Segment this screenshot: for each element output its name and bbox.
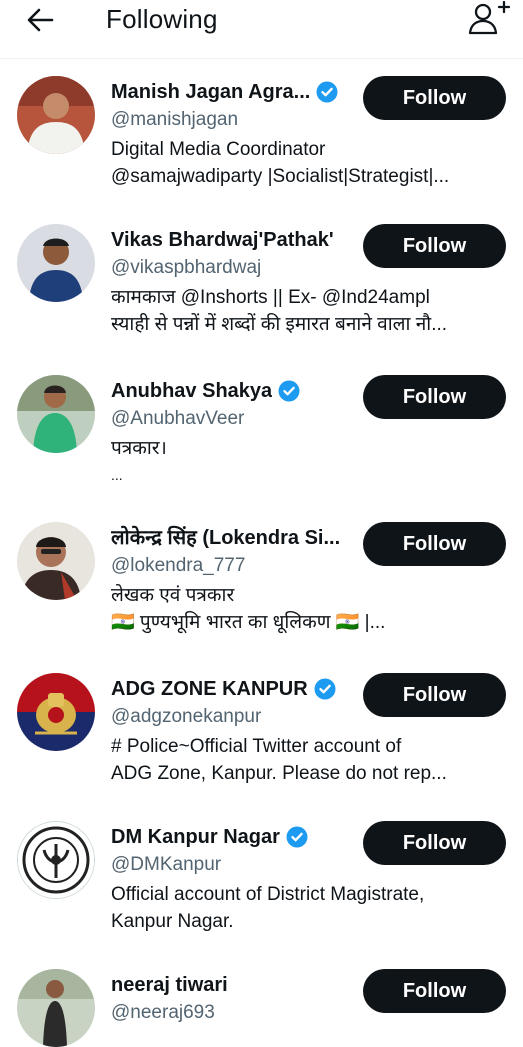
user-handle: @adgzonekanpur (111, 706, 262, 727)
user-name[interactable]: ADG ZONE KANPUR (111, 675, 336, 703)
verified-badge-icon (278, 380, 300, 402)
bio-line: पत्रकार। (111, 438, 167, 459)
follow-button[interactable]: Follow (363, 375, 506, 419)
user-name[interactable]: Vikas Bhardwaj'Pathak' (111, 226, 334, 254)
follow-button[interactable]: Follow (363, 522, 506, 566)
user-name[interactable]: Anubhav Shakya (111, 377, 300, 405)
follow-button[interactable]: Follow (363, 673, 506, 717)
user-bio: लेखक एवं पत्रकार 🇮🇳 पुण्यभूमि भारत का धू… (111, 582, 507, 636)
user-handle: @lokendra_777 (111, 555, 246, 576)
bio-line: @samajwadiparty |Socialist|Strategist|..… (111, 166, 450, 187)
avatar[interactable] (17, 522, 95, 600)
user-bio: # Police~Official Twitter account of ADG… (111, 733, 507, 787)
avatar[interactable] (17, 673, 95, 751)
bio-line: ADG Zone, Kanpur. Please do not rep... (111, 763, 447, 784)
user-bio: पत्रकार। ... (111, 435, 507, 489)
avatar[interactable] (17, 969, 95, 1047)
bio-line: कामकाज @Inshorts || Ex- @Ind24ampl (111, 287, 430, 308)
user-bio: Digital Media Coordinator @samajwadipart… (111, 136, 507, 190)
user-handle: @AnubhavVeer (111, 408, 245, 429)
back-arrow-icon[interactable] (22, 4, 62, 36)
bio-line: # Police~Official Twitter account of (111, 736, 402, 757)
user-handle: @vikaspbhardwaj (111, 257, 262, 278)
bio-line: स्याही से पन्नों में शब्दों की इमारत बना… (111, 314, 448, 335)
follow-button[interactable]: Follow (363, 969, 506, 1013)
verified-badge-icon (286, 826, 308, 848)
user-handle: @DMKanpur (111, 854, 222, 875)
verified-badge-icon (314, 678, 336, 700)
user-name[interactable]: DM Kanpur Nagar (111, 823, 308, 851)
user-name[interactable]: neeraj tiwari (111, 971, 228, 999)
user-handle: @neeraj693 (111, 1002, 215, 1023)
avatar[interactable] (17, 821, 95, 899)
page-title: Following (106, 4, 218, 34)
follow-button[interactable]: Follow (363, 821, 506, 865)
avatar[interactable] (17, 224, 95, 302)
user-bio: कामकाज @Inshorts || Ex- @Ind24ampl स्याह… (111, 284, 507, 338)
add-person-icon[interactable] (466, 0, 510, 38)
user-name[interactable]: Manish Jagan Agra... (111, 78, 338, 106)
bio-line: Digital Media Coordinator (111, 139, 326, 160)
verified-badge-icon (316, 81, 338, 103)
avatar[interactable] (17, 76, 95, 154)
bio-line: 🇮🇳 पुण्यभूमि भारत का धूलिकण 🇮🇳 |... (111, 612, 386, 633)
bio-line: Official account of District Magistrate, (111, 884, 425, 905)
bio-line: ... (111, 467, 123, 483)
follow-button[interactable]: Follow (363, 76, 506, 120)
top-bar: Following (0, 0, 523, 59)
bio-line: लेखक एवं पत्रकार (111, 585, 235, 606)
user-handle: @manishjagan (111, 109, 239, 130)
bio-line: Kanpur Nagar. (111, 911, 234, 932)
user-name[interactable]: लोकेन्द्र सिंह (Lokendra Si... (111, 524, 340, 552)
user-bio: Official account of District Magistrate,… (111, 881, 507, 935)
avatar[interactable] (17, 375, 95, 453)
follow-button[interactable]: Follow (363, 224, 506, 268)
